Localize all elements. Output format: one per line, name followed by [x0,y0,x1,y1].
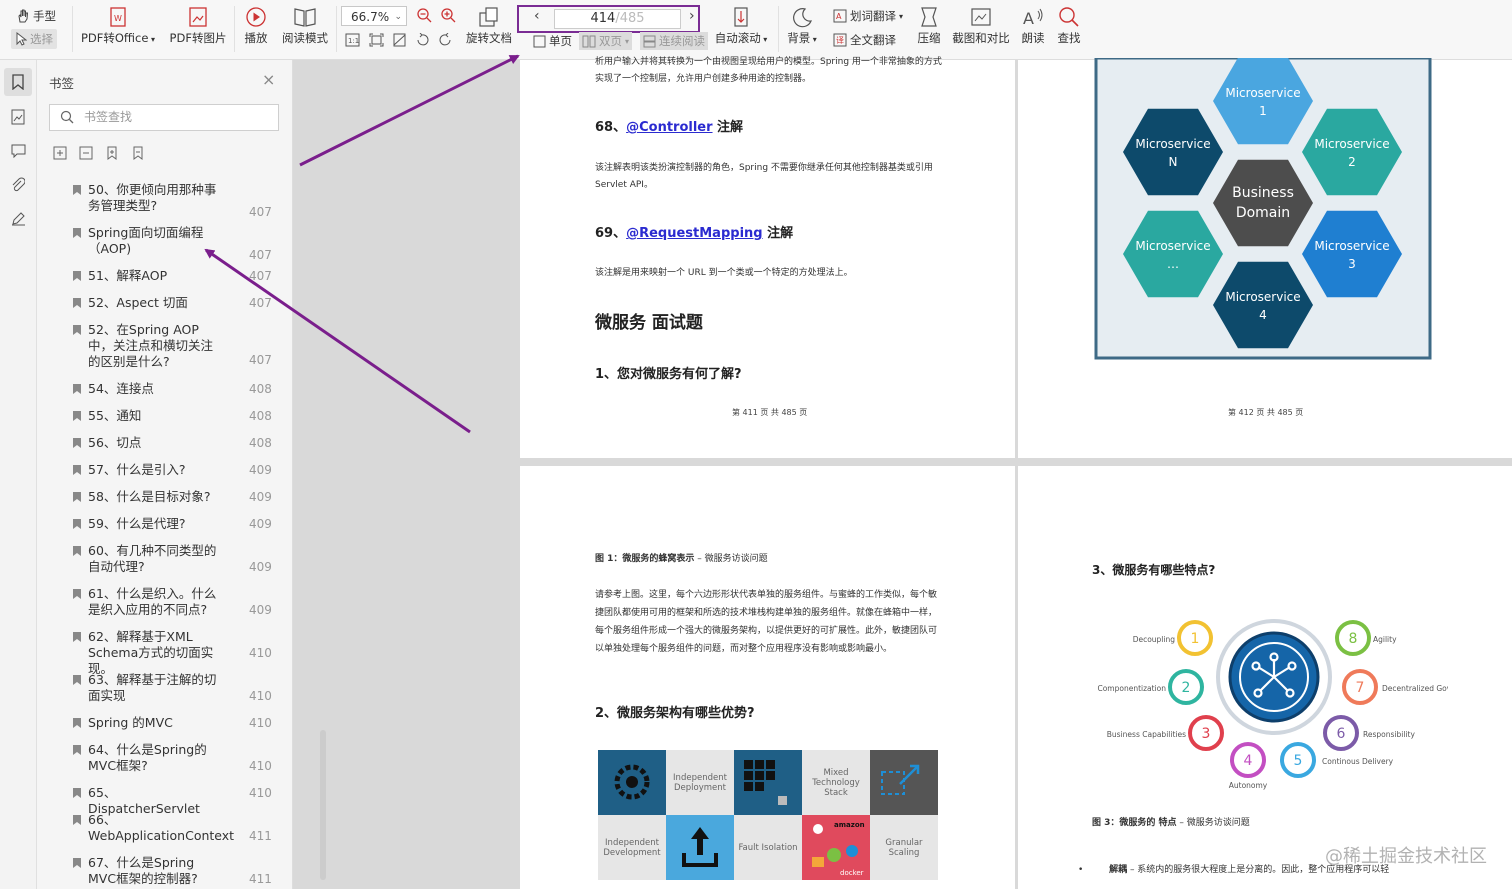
arrow-to-page-number [299,54,520,167]
annotation-arrows [204,54,520,434]
arrow-to-bookmark [204,248,471,434]
watermark: @稀土掘金技术社区 [1325,846,1487,867]
